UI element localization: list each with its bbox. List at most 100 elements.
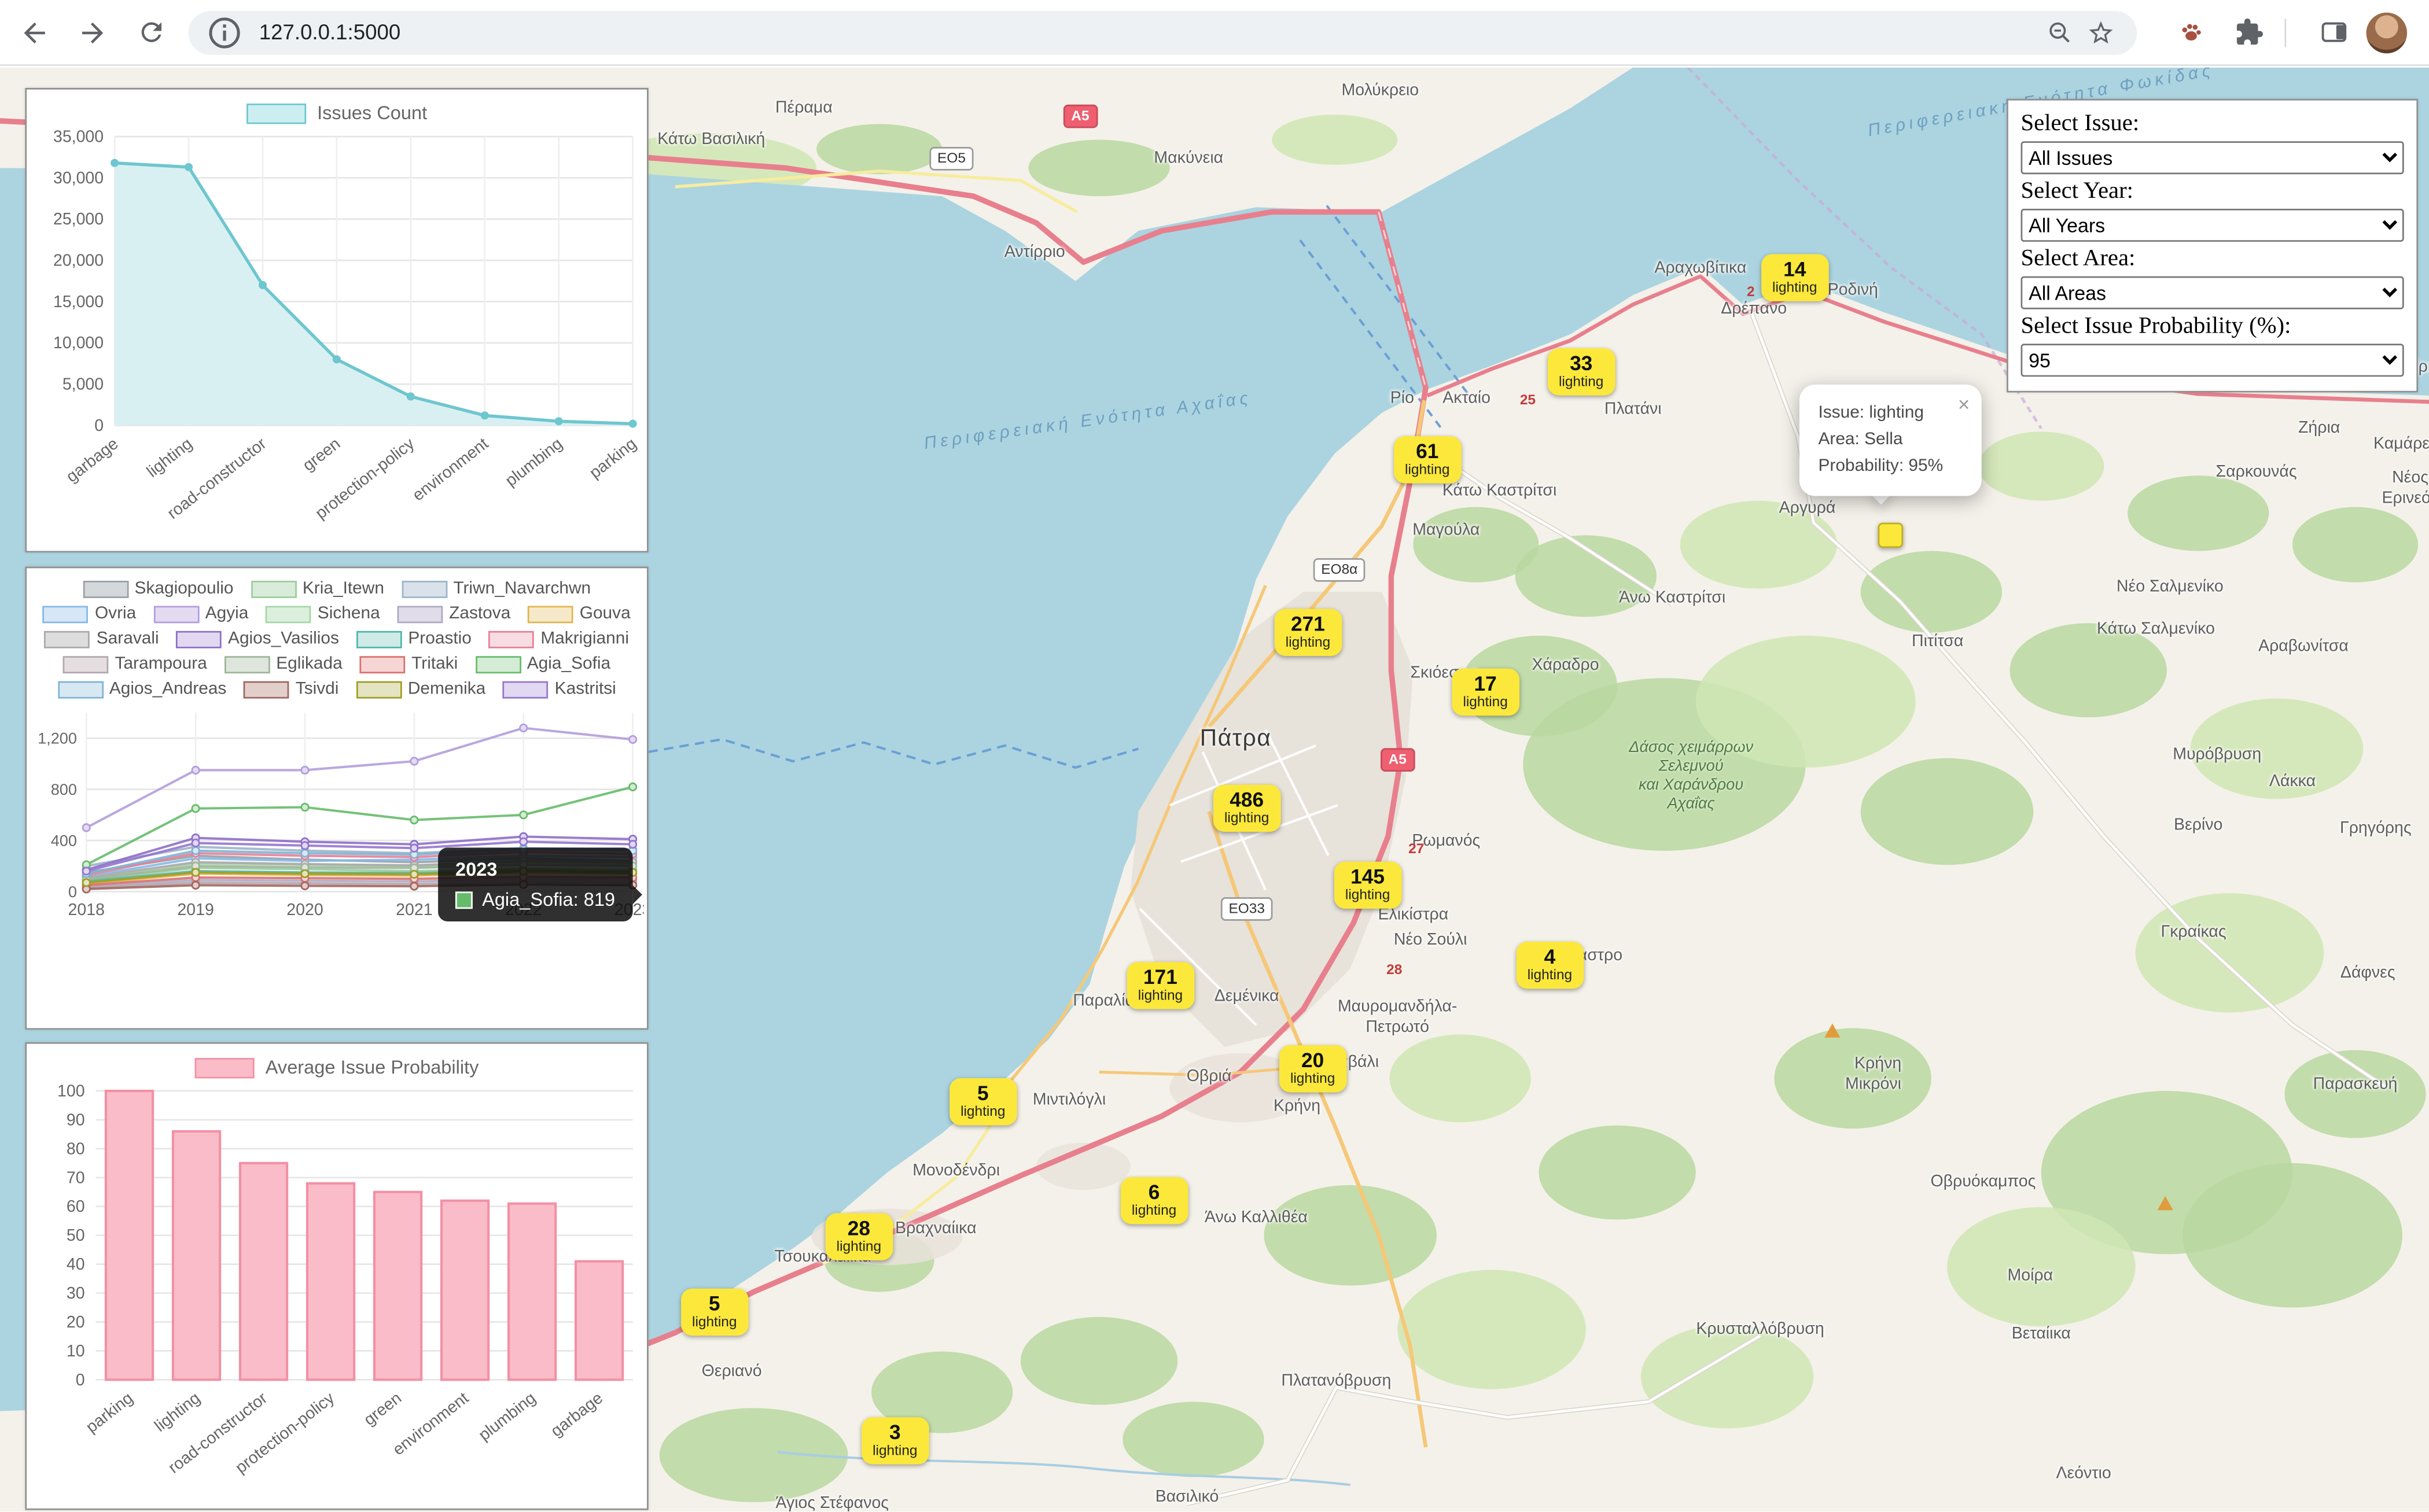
y-tick-label: 800 (51, 780, 77, 798)
marker-issue-label: lighting (837, 1240, 881, 1256)
select-probability-label: Select Issue Probability (%): (2021, 314, 2404, 341)
select-probability[interactable]: 95 (2021, 344, 2404, 377)
issue-marker[interactable]: 271lighting (1275, 609, 1341, 657)
legend-item[interactable]: Agia_Sofia (475, 655, 610, 674)
marker-count: 61 (1405, 441, 1449, 463)
site-info-icon[interactable] (204, 12, 245, 53)
legend-item[interactable]: Agyia (153, 604, 248, 624)
issue-marker[interactable]: 28lighting (826, 1213, 892, 1260)
area-legend: Skagiopoulio Kria_Itewn Triwn_Navarchwn Ovr… (27, 568, 647, 703)
issues-count-legend[interactable]: Issues Count (27, 102, 647, 124)
side-panel-icon[interactable] (2310, 9, 2357, 56)
legend-item[interactable]: Kria_Itewn (251, 579, 384, 598)
x-tick-label: green (360, 1389, 405, 1429)
issues-count-chart[interactable]: 05,00010,00015,00020,00025,00030,00035,0… (27, 124, 643, 535)
legend-item[interactable]: Tarampoura (63, 655, 207, 674)
issue-marker[interactable]: 171lighting (1127, 962, 1194, 1009)
extensions-puzzle-icon[interactable] (2225, 9, 2272, 56)
marker-count: 486 (1224, 790, 1269, 812)
avg-probability-panel: Average Issue Probability 01020304050607… (25, 1042, 648, 1510)
issue-marker[interactable]: 3lighting (862, 1417, 928, 1465)
legend-swatch (489, 630, 535, 648)
y-tick-label: 20,000 (53, 252, 104, 270)
legend-swatch (63, 655, 109, 673)
y-tick-label: 40 (67, 1255, 85, 1274)
legend-swatch (528, 605, 573, 622)
x-tick-label: plumbing (475, 1389, 539, 1444)
marker-issue-label: lighting (1132, 1204, 1176, 1220)
issue-marker[interactable]: 20lighting (1279, 1045, 1346, 1093)
legend-swatch (244, 680, 289, 698)
legend-item[interactable]: Demenika (356, 680, 485, 699)
issue-marker[interactable]: 6lighting (1121, 1177, 1187, 1225)
marker-count: 14 (1772, 259, 1817, 282)
bookmark-star-icon[interactable] (2081, 12, 2122, 53)
back-button[interactable] (11, 9, 58, 56)
map-popup: × Issue: lighting Area: Sella Probabilit… (1799, 385, 1981, 496)
legend-item[interactable]: Ovria (43, 604, 136, 624)
x-tick-label: lighting (151, 1389, 204, 1436)
issue-marker[interactable]: 5lighting (681, 1289, 748, 1336)
legend-item[interactable]: Triwn_Navarchwn (402, 579, 591, 598)
reload-button[interactable] (127, 9, 174, 56)
legend-label: Tarampoura (115, 655, 207, 674)
legend-label: Triwn_Navarchwn (453, 579, 591, 598)
avg-probability-legend[interactable]: Average Issue Probability (27, 1056, 647, 1078)
legend-swatch (503, 680, 549, 698)
legend-swatch (83, 580, 128, 598)
legend-label: Kria_Itewn (303, 579, 384, 598)
legend-swatch (225, 655, 270, 673)
legend-item[interactable]: Skagiopoulio (83, 579, 234, 598)
popup-close-icon[interactable]: × (1958, 389, 1970, 421)
legend-item[interactable]: Saravali (45, 629, 159, 648)
legend-item[interactable]: Gouva (528, 604, 631, 624)
avg-probability-chart[interactable]: 0102030405060708090100parkinglightingroa… (27, 1078, 643, 1492)
select-year[interactable]: All Years (2021, 209, 2404, 242)
issue-marker[interactable]: 14lighting (1761, 254, 1828, 301)
chart-tooltip-swatch (455, 891, 473, 908)
zoom-icon[interactable] (2040, 12, 2081, 53)
marker-issue-label: lighting (1772, 281, 1817, 297)
selected-marker[interactable] (1878, 523, 1903, 548)
issue-marker[interactable]: 486lighting (1213, 785, 1280, 832)
legend-item[interactable]: Makrigianni (489, 629, 629, 648)
y-tick-label: 60 (67, 1197, 85, 1216)
issue-marker[interactable]: 17lighting (1452, 669, 1518, 716)
legend-item[interactable]: Tritaki (360, 655, 458, 674)
legend-item[interactable]: Tsivdi (244, 680, 338, 699)
address-bar[interactable]: 127.0.0.1:5000 (189, 10, 2137, 54)
legend-label: Zastova (449, 604, 510, 624)
marker-count: 3 (873, 1422, 917, 1444)
legend-item[interactable]: Kastritsi (503, 680, 616, 699)
profile-avatar[interactable] (2367, 12, 2408, 53)
legend-item[interactable]: Eglikada (225, 655, 343, 674)
legend-label: Ovria (95, 604, 136, 624)
legend-item[interactable]: Sichena (266, 604, 380, 624)
issue-marker[interactable]: 5lighting (949, 1078, 1016, 1126)
select-area[interactable]: All Areas (2021, 276, 2404, 309)
marker-issue-label: lighting (1463, 696, 1507, 711)
legend-item[interactable]: Agios_Vasilios (176, 629, 339, 648)
issue-marker[interactable]: 33lighting (1548, 348, 1614, 396)
y-tick-label: 25,000 (53, 210, 104, 228)
legend-swatch (176, 630, 222, 648)
marker-issue-label: lighting (1290, 1072, 1335, 1088)
marker-count: 28 (837, 1218, 881, 1241)
forward-button[interactable] (69, 9, 116, 56)
browser-toolbar: 127.0.0.1:5000 (0, 0, 2429, 66)
issue-marker[interactable]: 61lighting (1394, 436, 1460, 484)
y-tick-label: 0 (68, 883, 77, 901)
legend-item[interactable]: Proastio (356, 629, 472, 648)
extension-paw-icon[interactable] (2167, 9, 2214, 56)
legend-item[interactable]: Zastova (398, 604, 511, 624)
map: ΠέραμαΚάτω ΒασιλικήΜολύκρειοΜακύνειαΑντί… (0, 68, 2429, 1512)
legend-label: Agios_Vasilios (228, 629, 339, 648)
legend-label: Skagiopoulio (135, 579, 234, 598)
y-tick-label: 50 (67, 1226, 85, 1245)
issue-marker[interactable]: 4lighting (1517, 942, 1583, 989)
legend-label: Tritaki (411, 655, 458, 674)
legend-label: Eglikada (276, 655, 343, 674)
issue-marker[interactable]: 145lighting (1334, 862, 1401, 909)
legend-item[interactable]: Agios_Andreas (57, 680, 226, 699)
select-issue[interactable]: All Issues (2021, 141, 2404, 174)
